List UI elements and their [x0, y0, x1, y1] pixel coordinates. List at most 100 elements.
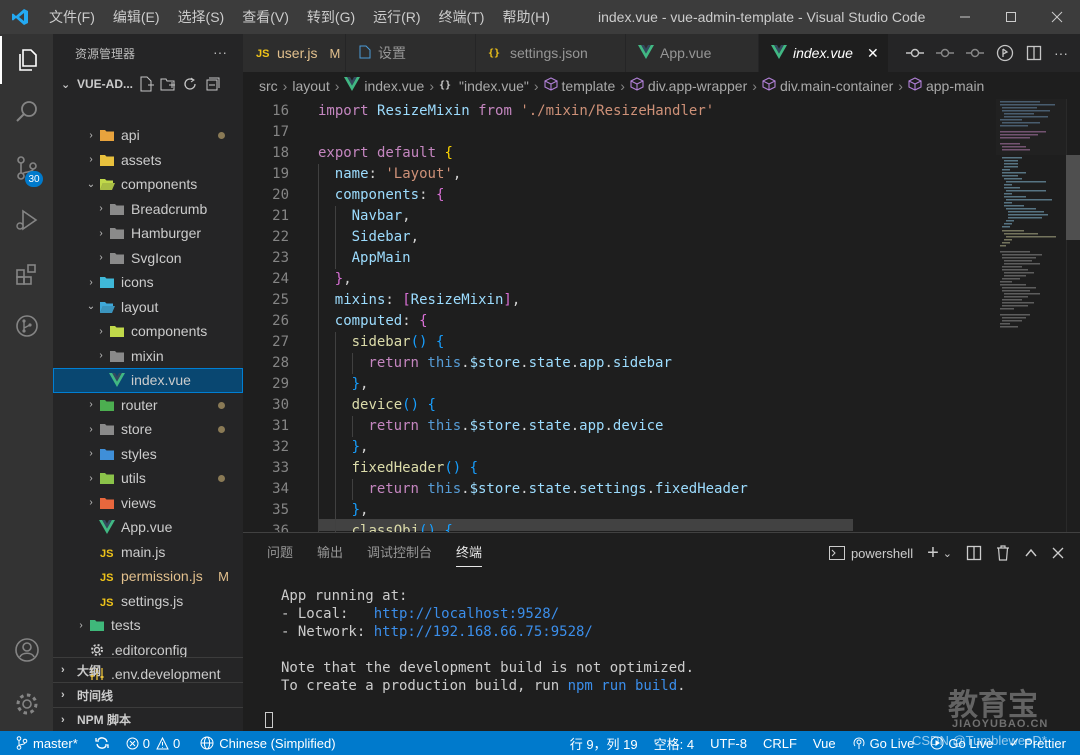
status-encoding[interactable]: UTF-8	[702, 736, 755, 751]
run-debug-icon[interactable]	[0, 196, 53, 244]
panel-tab-0[interactable]: 问题	[255, 533, 305, 573]
menu-item-0[interactable]: 文件(F)	[40, 0, 104, 34]
tab-1[interactable]: 设置	[346, 34, 476, 72]
menu-item-7[interactable]: 帮助(H)	[493, 0, 558, 34]
tree-item[interactable]: › api	[53, 123, 243, 148]
breadcrumb-item[interactable]: index.vue	[364, 78, 424, 94]
close-tab-icon[interactable]: ✕	[867, 45, 879, 62]
tab-2[interactable]: {} settings.json	[476, 34, 626, 72]
editor-vertical-scrollbar[interactable]	[1066, 99, 1080, 532]
tree-item[interactable]: › Hamburger	[53, 221, 243, 246]
status-eol[interactable]: CRLF	[755, 736, 805, 751]
status-language-mode[interactable]: Vue	[805, 736, 844, 751]
chevron-down-icon[interactable]: ⌄	[943, 547, 952, 560]
close-panel-icon[interactable]	[1052, 547, 1064, 559]
new-file-icon[interactable]	[138, 76, 154, 92]
panel-tab-1[interactable]: 输出	[305, 533, 355, 573]
breadcrumb-item[interactable]: div.app-wrapper	[648, 78, 747, 94]
breadcrumb-item[interactable]: "index.vue"	[459, 78, 529, 94]
manage-gear-icon[interactable]	[0, 680, 53, 728]
tab-0[interactable]: JS user.js M	[243, 34, 346, 72]
menu-item-3[interactable]: 查看(V)	[233, 0, 298, 34]
tree-item[interactable]: › mixin	[53, 344, 243, 369]
editor-scroll-thumb[interactable]	[1066, 155, 1080, 240]
trash-icon[interactable]	[996, 545, 1010, 561]
git-graph-icon[interactable]	[0, 302, 53, 350]
sync-icon[interactable]	[86, 736, 118, 750]
source-control-icon[interactable]: 30	[0, 144, 53, 192]
status-language-pack[interactable]: Chinese (Simplified)	[192, 736, 343, 751]
tab-more-actions-icon[interactable]: ···	[1054, 45, 1068, 61]
network-url-link[interactable]: http://192.168.66.75:9528/	[374, 624, 593, 640]
section-outline[interactable]: › 大纲	[53, 657, 243, 682]
tree-item[interactable]: JS settings.js	[53, 589, 243, 614]
new-folder-icon[interactable]	[160, 76, 176, 92]
breadcrumb-item[interactable]: app-main	[926, 78, 984, 94]
tree-item[interactable]: › components	[53, 319, 243, 344]
tree-item[interactable]: ⌄ layout	[53, 295, 243, 320]
menu-item-5[interactable]: 运行(R)	[364, 0, 429, 34]
panel-tab-2[interactable]: 调试控制台	[355, 533, 444, 573]
git-compare-icon[interactable]	[906, 45, 924, 61]
new-terminal-icon[interactable]: +	[927, 543, 939, 563]
tree-item[interactable]: App.vue	[53, 515, 243, 540]
tree-item[interactable]: › utils	[53, 466, 243, 491]
status-problems[interactable]: 0 0	[118, 736, 188, 751]
status-branch[interactable]: master*	[0, 736, 86, 751]
section-timeline[interactable]: › 时间线	[53, 682, 243, 707]
tree-item[interactable]: › SvgIcon	[53, 246, 243, 271]
breadcrumb-item[interactable]: layout	[292, 78, 329, 94]
breadcrumb-item[interactable]: div.main-container	[780, 78, 893, 94]
panel-tab-3[interactable]: 终端	[444, 533, 494, 573]
vscode-logo-icon[interactable]	[0, 0, 40, 34]
section-npm-scripts[interactable]: › NPM 脚本	[53, 707, 243, 731]
status-indentation[interactable]: 空格: 4	[646, 734, 702, 753]
tree-item[interactable]: JS permission.js M	[53, 564, 243, 589]
minimize-icon[interactable]	[942, 0, 988, 34]
maximize-panel-icon[interactable]	[1024, 546, 1038, 560]
explorer-icon[interactable]	[0, 36, 53, 84]
menu-item-2[interactable]: 选择(S)	[169, 0, 234, 34]
close-window-icon[interactable]	[1034, 0, 1080, 34]
tree-item[interactable]: › styles	[53, 442, 243, 467]
maximize-icon[interactable]	[988, 0, 1034, 34]
tree-item[interactable]: › views	[53, 491, 243, 516]
local-url-link[interactable]: http://localhost:9528/	[374, 606, 559, 622]
menu-item-4[interactable]: 转到(G)	[298, 0, 364, 34]
more-actions-icon[interactable]: ···	[213, 44, 227, 60]
account-icon[interactable]	[0, 626, 53, 674]
tree-item[interactable]: › assets	[53, 148, 243, 173]
split-terminal-icon[interactable]	[966, 545, 982, 561]
collapse-all-icon[interactable]	[204, 76, 220, 92]
open-changes-icon[interactable]	[996, 44, 1014, 62]
tree-item[interactable]: › store	[53, 417, 243, 442]
tree-item[interactable]: › icons	[53, 270, 243, 295]
git-previous-icon[interactable]	[936, 45, 954, 61]
terminal-shell-selector[interactable]: powershell	[828, 546, 913, 561]
terminal-output[interactable]: App running at: - Local: http://localhost…	[281, 587, 694, 695]
menu-item-6[interactable]: 终端(T)	[430, 0, 494, 34]
refresh-icon[interactable]	[182, 76, 198, 92]
tree-item[interactable]: JS main.js	[53, 540, 243, 565]
breadcrumb-item[interactable]: template	[562, 78, 616, 94]
split-editor-icon[interactable]	[1026, 45, 1042, 61]
tree-item[interactable]: ⌄ components	[53, 172, 243, 197]
tree-item[interactable]: › router	[53, 393, 243, 418]
code-editor[interactable]: 16 import ResizeMixin from './mixin/Resiz…	[243, 99, 1080, 532]
menu-item-1[interactable]: 编辑(E)	[104, 0, 169, 34]
breadcrumb-item[interactable]: src	[259, 78, 278, 94]
tab-3[interactable]: App.vue	[626, 34, 759, 72]
extensions-icon[interactable]	[0, 250, 53, 298]
tree-item[interactable]: index.vue	[53, 368, 243, 393]
git-next-icon[interactable]	[966, 45, 984, 61]
status-cursor-position[interactable]: 行 9，列 19	[562, 734, 646, 753]
tab-4[interactable]: index.vue ✕	[759, 34, 889, 72]
minimap[interactable]	[996, 99, 1066, 532]
status-go-live-1[interactable]: Go Live	[844, 736, 923, 751]
tree-item[interactable]: › tests	[53, 613, 243, 638]
search-icon[interactable]	[0, 88, 53, 136]
code-token: .	[604, 418, 613, 434]
tree-item[interactable]: › Breadcrumb	[53, 197, 243, 222]
workspace-root[interactable]: ⌄ VUE-AD...	[53, 72, 243, 96]
menu-bar: 文件(F) 编辑(E) 选择(S) 查看(V) 转到(G) 运行(R) 终端(T) 帮助(H)	[40, 0, 559, 34]
